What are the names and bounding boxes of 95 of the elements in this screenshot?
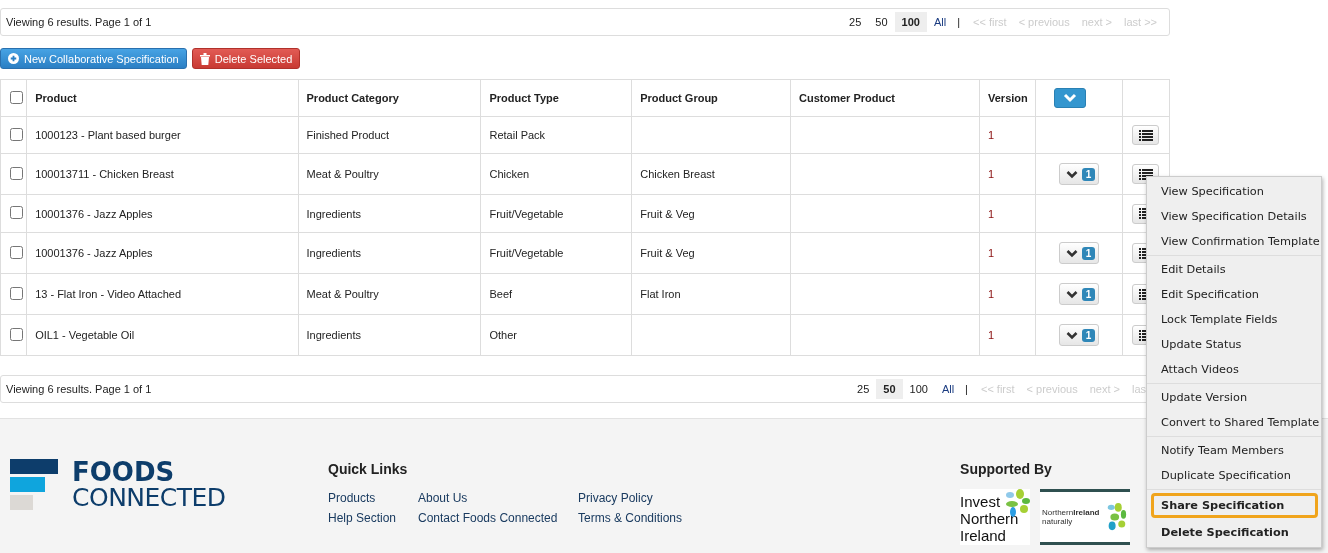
page-size-link[interactable]: 50 <box>868 12 895 32</box>
versions-button[interactable]: 1 <box>1058 324 1100 346</box>
logo-text: FOODS <box>72 459 176 485</box>
table-cell: Retail Pack <box>489 129 546 141</box>
table-cell: Beef <box>489 288 513 300</box>
row-checkbox[interactable] <box>10 245 23 259</box>
results-summary: Viewing 6 results. Page 1 of 1 <box>6 16 152 28</box>
menu-item[interactable]: Convert to Shared Template <box>1147 410 1321 435</box>
table-cell: Ingredients <box>306 247 361 259</box>
table-cell: Fruit/Vegetable <box>489 207 564 220</box>
trash-icon <box>199 52 210 65</box>
menu-item[interactable]: View Confirmation Template <box>1147 229 1321 254</box>
table-cell: 100013711 - Chicken Breast <box>35 168 174 180</box>
versions-button[interactable]: 1 <box>1058 242 1100 264</box>
table-cell: Finished Product <box>306 129 390 141</box>
page-size-link[interactable]: 100 <box>902 379 935 399</box>
row-checkbox[interactable] <box>10 286 23 300</box>
chevron-down-icon <box>1063 93 1078 103</box>
table-cell: 1 <box>988 168 995 180</box>
supported-by-title: Supported By <box>960 461 1053 477</box>
versions-button[interactable]: 1 <box>1058 163 1100 185</box>
menu-item[interactable]: Lock Template Fields <box>1147 307 1321 332</box>
table-cell: Fruit/Vegetable <box>489 247 564 259</box>
versions-button[interactable]: 1 <box>1058 283 1100 305</box>
table-cell: 1 <box>988 329 995 341</box>
table-cell: Ingredients <box>306 207 361 220</box>
table-cell: 1 <box>988 207 995 220</box>
chevron-down-icon <box>1065 289 1078 299</box>
menu-item[interactable]: View Specification Details <box>1147 204 1321 229</box>
chevron-down-icon <box>1065 248 1078 258</box>
chevron-down-icon <box>1065 330 1078 340</box>
page-size-link[interactable]: 25 <box>850 379 877 399</box>
menu-item[interactable]: Update Status <box>1147 332 1321 357</box>
menu-item[interactable]: Update Version <box>1147 385 1321 410</box>
table-cell: Ingredients <box>306 329 361 341</box>
northern-ireland-logo: NorthernIreland naturally <box>1040 489 1131 545</box>
table-cell: Fruit & Veg <box>640 247 695 259</box>
menu-item[interactable]: Edit Specification <box>1147 282 1321 307</box>
table-cell: 10001376 - Jazz Apples <box>35 207 153 220</box>
select-all-checkbox[interactable] <box>10 90 23 104</box>
separator-text: | <box>965 383 968 395</box>
chevron-down-icon <box>1065 169 1078 179</box>
footer-link[interactable]: About Us <box>418 491 578 505</box>
row-checkbox[interactable] <box>10 127 23 141</box>
column-header: Product Group <box>631 79 791 117</box>
row-checkbox[interactable] <box>10 166 23 180</box>
footer-link[interactable]: Contact Foods Connected <box>418 511 578 525</box>
table-cell: Meat & Poultry <box>306 168 379 180</box>
column-header: Version <box>979 79 1036 117</box>
page-size-link[interactable]: 50 <box>876 379 903 399</box>
table-cell: 10001376 - Jazz Apples <box>35 247 153 259</box>
column-header: Customer Product <box>790 79 980 117</box>
table-cell: Chicken Breast <box>640 168 715 180</box>
menu-item[interactable]: View Specification <box>1147 179 1321 204</box>
expand-all-button[interactable] <box>1054 88 1087 108</box>
footer-link[interactable]: Terms & Conditions <box>578 511 683 525</box>
invest-logo: Invest Northern Ireland <box>960 489 1031 545</box>
footer-link[interactable]: Privacy Policy <box>578 491 683 505</box>
page-size-link[interactable]: 25 <box>842 12 869 32</box>
quick-links-title: Quick Links <box>328 461 409 477</box>
logo-bars-icon <box>10 459 58 511</box>
table-cell: 1 <box>988 129 995 141</box>
row-menu-button[interactable] <box>1132 125 1160 145</box>
menu-item[interactable]: Attach Videos <box>1147 357 1321 382</box>
table-cell: Chicken <box>489 168 530 180</box>
table-cell: 1 <box>988 247 995 259</box>
list-icon <box>1138 129 1153 141</box>
page-size-link[interactable]: All <box>934 379 962 399</box>
menu-item[interactable]: Edit Details <box>1147 257 1321 282</box>
menu-item[interactable]: Delete Specification <box>1147 520 1321 545</box>
column-header: Product Type <box>480 79 632 117</box>
footer-link[interactable]: Products <box>328 491 418 505</box>
column-header: Product <box>26 79 298 117</box>
menu-item[interactable]: Duplicate Specification <box>1147 463 1321 488</box>
page-size-link[interactable]: 100 <box>894 12 927 32</box>
table-cell: 1 <box>988 288 995 300</box>
delete-button[interactable]: Delete Selected <box>191 48 301 69</box>
logo-text: CONNECTED <box>72 485 226 511</box>
table-cell: OIL1 - Vegetable Oil <box>35 329 135 341</box>
table-cell: Other <box>489 329 517 341</box>
footer-link[interactable]: Help Section <box>328 511 418 525</box>
plus-icon <box>8 53 19 64</box>
menu-item[interactable]: Share Specification <box>1151 493 1318 518</box>
page-size-link[interactable]: All <box>926 12 954 32</box>
results-summary: Viewing 6 results. Page 1 of 1 <box>6 383 152 395</box>
row-checkbox[interactable] <box>10 206 23 219</box>
row-checkbox[interactable] <box>10 327 23 341</box>
table-cell: 13 - Flat Iron - Video Attached <box>35 288 182 300</box>
table-cell: 1000123 - Plant based burger <box>35 129 181 141</box>
table-cell: Meat & Poultry <box>306 288 379 300</box>
table-cell: Fruit & Veg <box>640 207 695 220</box>
table-cell: Flat Iron <box>640 288 681 300</box>
menu-item[interactable]: Notify Team Members <box>1147 438 1321 463</box>
separator-text: | <box>957 16 960 28</box>
column-header: Product Category <box>298 79 481 117</box>
